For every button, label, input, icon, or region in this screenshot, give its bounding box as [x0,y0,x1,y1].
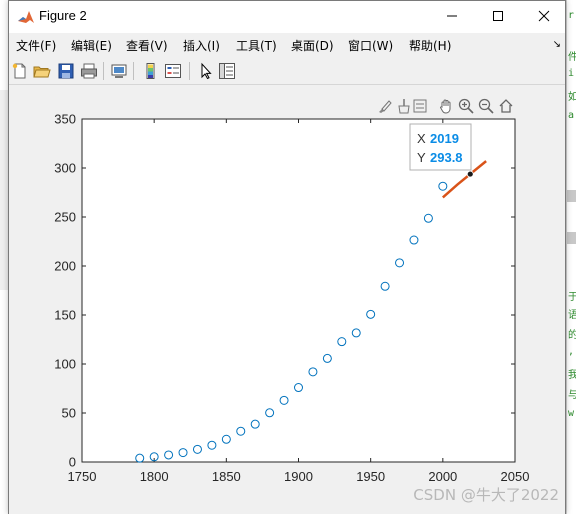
y-tick-label: 150 [54,308,76,323]
y-tick-label: 50 [62,406,76,421]
datatip-value: 293.8 [430,150,463,165]
datatip-point[interactable] [466,170,474,178]
y-tick-label: 200 [54,259,76,274]
x-tick-label: 1750 [68,469,97,484]
x-tick-label: 1800 [140,469,169,484]
x-tick-label: 2000 [428,469,457,484]
datatip-value: 2019 [430,131,459,146]
x-tick-label: 1950 [356,469,385,484]
watermark: CSDN @牛大了2022 [413,486,559,504]
datatip-layer: X 2019 Y 293.8 [409,123,474,178]
x-tick-label: 1900 [284,469,313,484]
background-code-margin: r 件 i 如 a 于 语 的 , 我 与 w [566,0,576,514]
figure-window: Figure 2 文件(F) 编辑(E) 查看(V) 插入(I) 工具(T) 桌… [8,0,566,514]
y-tick-label: 250 [54,210,76,225]
x-tick-label: 2050 [501,469,530,484]
plot-svg: 1750 1800 1850 1900 1950 2000 2050 0 50 100 150 20… [54,112,530,485]
y-tick-label: 100 [54,357,76,372]
datatip-label: Y [417,150,426,165]
y-tick-label: 350 [54,112,76,127]
x-tick-label: 1850 [212,469,241,484]
datatip-label: X [417,131,426,146]
y-tick-label: 0 [69,455,76,470]
y-tick-label: 300 [54,161,76,176]
